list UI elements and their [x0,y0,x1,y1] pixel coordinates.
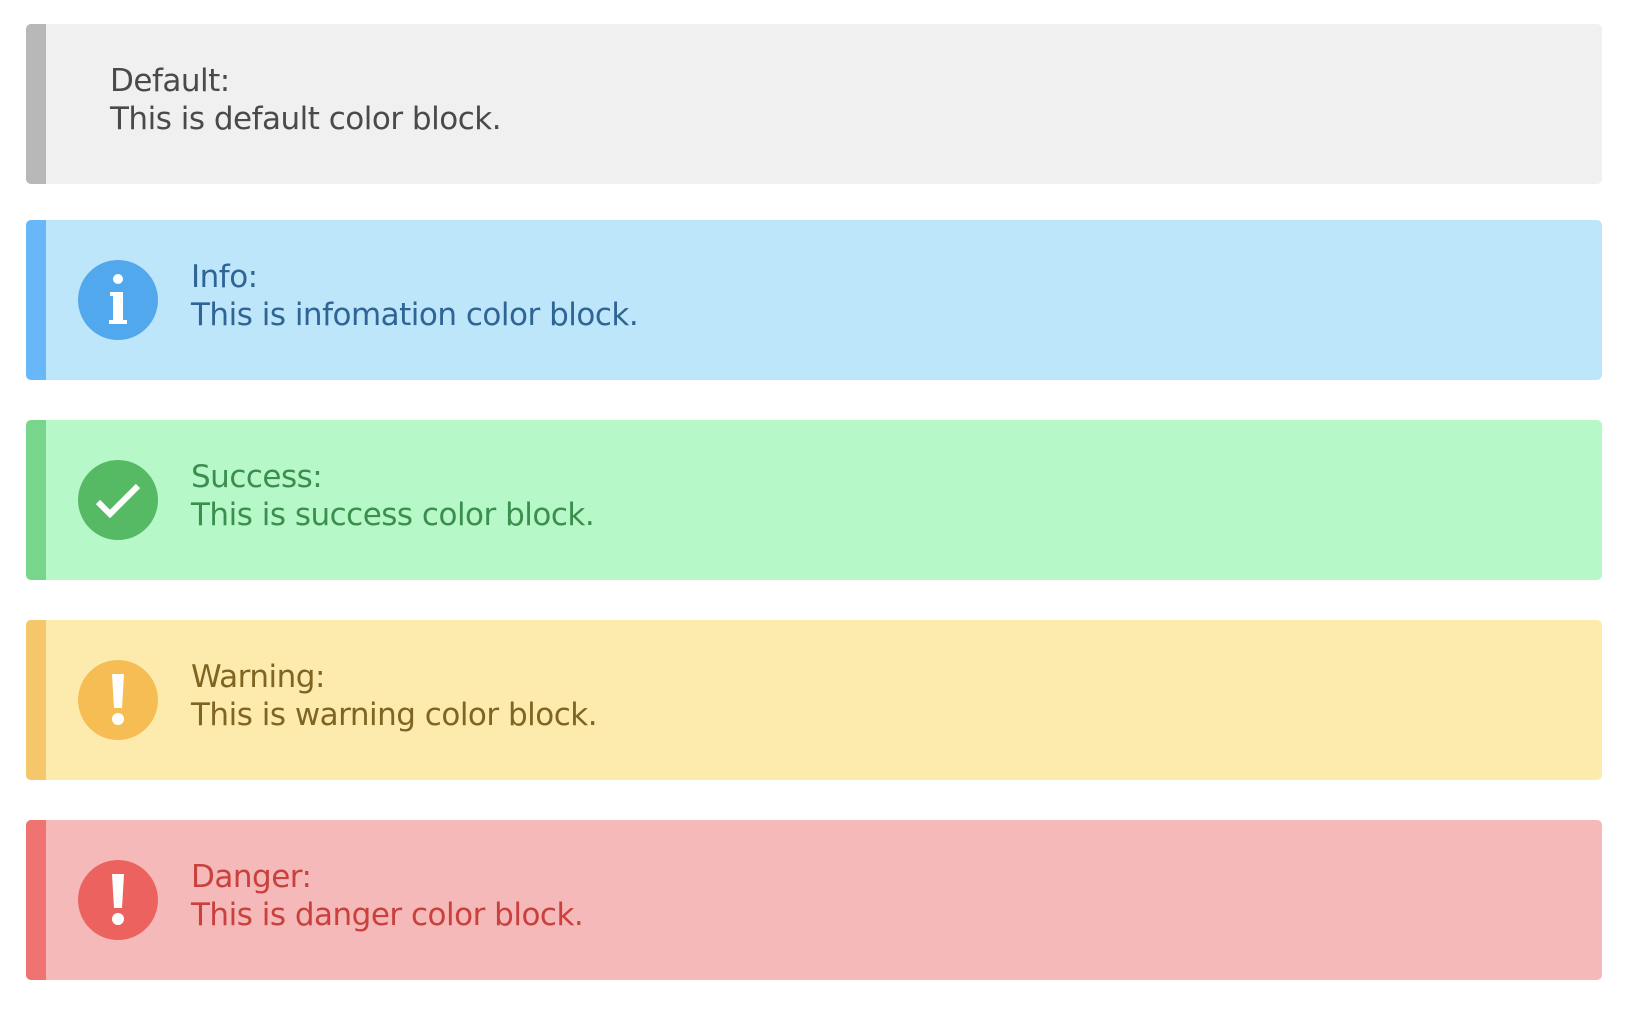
default-block: Default: This is default color block. [26,24,1602,184]
block-accent-bar [26,620,46,780]
block-text: Success: This is success color block. [191,458,595,534]
block-title: Warning: [191,659,325,695]
block-message: This is success color block. [191,497,595,533]
block-accent-bar [26,420,46,580]
exclamation-icon [78,660,158,740]
exclamation-icon [78,860,158,940]
block-title: Danger: [191,859,312,895]
block-text: Warning: This is warning color block. [191,658,598,734]
block-title: Success: [191,459,323,495]
block-text: Danger: This is danger color block. [191,858,584,934]
block-accent-bar [26,220,46,380]
block-message: This is warning color block. [191,697,598,733]
danger-block: Danger: This is danger color block. [26,820,1602,980]
block-accent-bar [26,820,46,980]
info-block: Info: This is infomation color block. [26,220,1602,380]
warning-block: Warning: This is warning color block. [26,620,1602,780]
success-block: Success: This is success color block. [26,420,1602,580]
block-message: This is default color block. [110,101,502,137]
block-message: This is infomation color block. [191,297,639,333]
info-icon [78,260,158,340]
block-text: Default: This is default color block. [110,62,502,138]
block-accent-bar [26,24,46,184]
block-title: Default: [110,63,230,99]
block-message: This is danger color block. [191,897,584,933]
block-text: Info: This is infomation color block. [191,258,639,334]
block-title: Info: [191,259,258,295]
check-icon [78,460,158,540]
